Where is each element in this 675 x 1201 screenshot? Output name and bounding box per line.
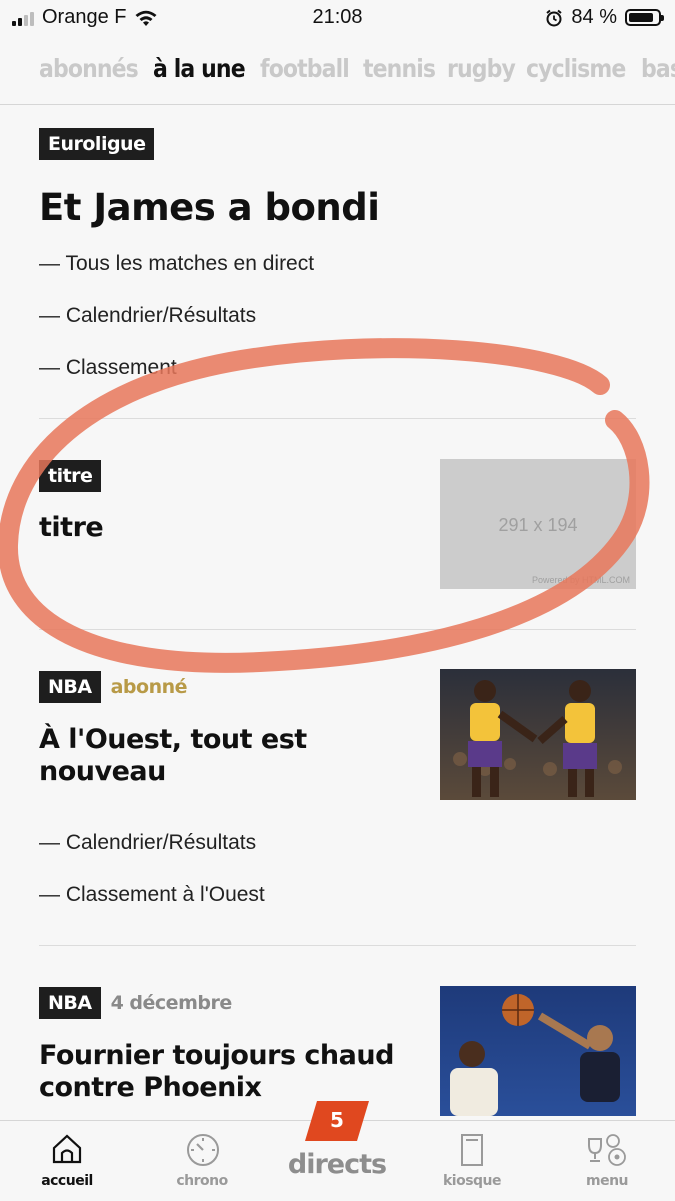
home-icon <box>52 1134 82 1164</box>
article-tag[interactable]: Euroligue <box>39 128 155 160</box>
directs-count: 5 <box>330 1108 344 1132</box>
link-classement-ouest[interactable]: — Classement à l'Ouest <box>39 883 265 907</box>
tab-label: accueil <box>41 1173 93 1189</box>
article-tag[interactable]: NBA <box>39 671 101 703</box>
category-nav: abonnés à la une football tennis rugby c… <box>0 50 675 105</box>
tab-rugby[interactable]: rugby <box>447 54 516 83</box>
tab-label: kiosque <box>442 1173 502 1189</box>
link-calendrier[interactable]: — Calendrier/Résultats <box>39 831 256 855</box>
bottom-tab-bar: accueil chrono directs 5 kiosque menu <box>0 1101 675 1201</box>
chrono-icon <box>187 1134 219 1166</box>
tab-football[interactable]: football <box>260 54 350 83</box>
tab-a-la-une[interactable]: à la une <box>153 54 246 83</box>
newspaper-icon <box>461 1134 483 1166</box>
article-photo[interactable] <box>440 986 636 1116</box>
article-title[interactable]: titre <box>39 512 104 543</box>
alarm-icon <box>546 9 563 26</box>
divider <box>39 418 636 419</box>
tab-label: directs <box>287 1149 387 1180</box>
article-title[interactable]: Fournier toujours chaud contre Phoenix <box>39 1040 394 1104</box>
link-calendrier[interactable]: — Calendrier/Résultats <box>39 304 256 328</box>
article-photo[interactable] <box>440 669 636 800</box>
tab-chrono[interactable]: chrono <box>142 1121 262 1201</box>
title-line: À l'Ouest, tout est <box>39 724 307 755</box>
article-date: 4 décembre <box>110 992 233 1014</box>
tab-basket[interactable]: basket <box>641 54 675 83</box>
tab-label: menu <box>585 1173 629 1189</box>
placeholder-size: 291 x 194 <box>498 515 578 535</box>
title-line: contre Phoenix <box>39 1072 262 1103</box>
article-title[interactable]: Et James a bondi <box>39 186 380 229</box>
divider <box>39 629 636 630</box>
tab-kiosque[interactable]: kiosque <box>412 1121 532 1201</box>
battery-icon <box>625 9 664 26</box>
article-tag[interactable]: titre <box>39 460 102 492</box>
directs-count-badge[interactable]: 5 <box>305 1101 369 1141</box>
placeholder-credit: Powered by HTML.COM <box>531 575 630 585</box>
tab-menu[interactable]: menu <box>547 1121 667 1201</box>
divider <box>39 945 636 946</box>
battery-percent: 84 % <box>571 6 617 28</box>
tab-label: chrono <box>176 1173 228 1189</box>
article-title[interactable]: À l'Ouest, tout est nouveau <box>39 724 307 788</box>
article-tag[interactable]: NBA <box>39 987 101 1019</box>
link-classement[interactable]: — Classement <box>39 356 177 380</box>
sports-menu-icon <box>588 1134 626 1166</box>
tab-accueil[interactable]: accueil <box>7 1121 127 1201</box>
status-bar: Orange F 21:08 84 % <box>0 0 675 34</box>
subscriber-badge: abonné <box>110 676 188 698</box>
tab-cyclisme[interactable]: cyclisme <box>526 54 626 83</box>
title-line: nouveau <box>39 756 166 787</box>
image-placeholder[interactable]: 291 x 194 Powered by HTML.COM <box>440 459 636 589</box>
tab-abonnes[interactable]: abonnés <box>39 54 139 83</box>
link-direct[interactable]: — Tous les matches en direct <box>39 252 314 276</box>
tab-tennis[interactable]: tennis <box>363 54 436 83</box>
title-line: Fournier toujours chaud <box>39 1040 394 1071</box>
